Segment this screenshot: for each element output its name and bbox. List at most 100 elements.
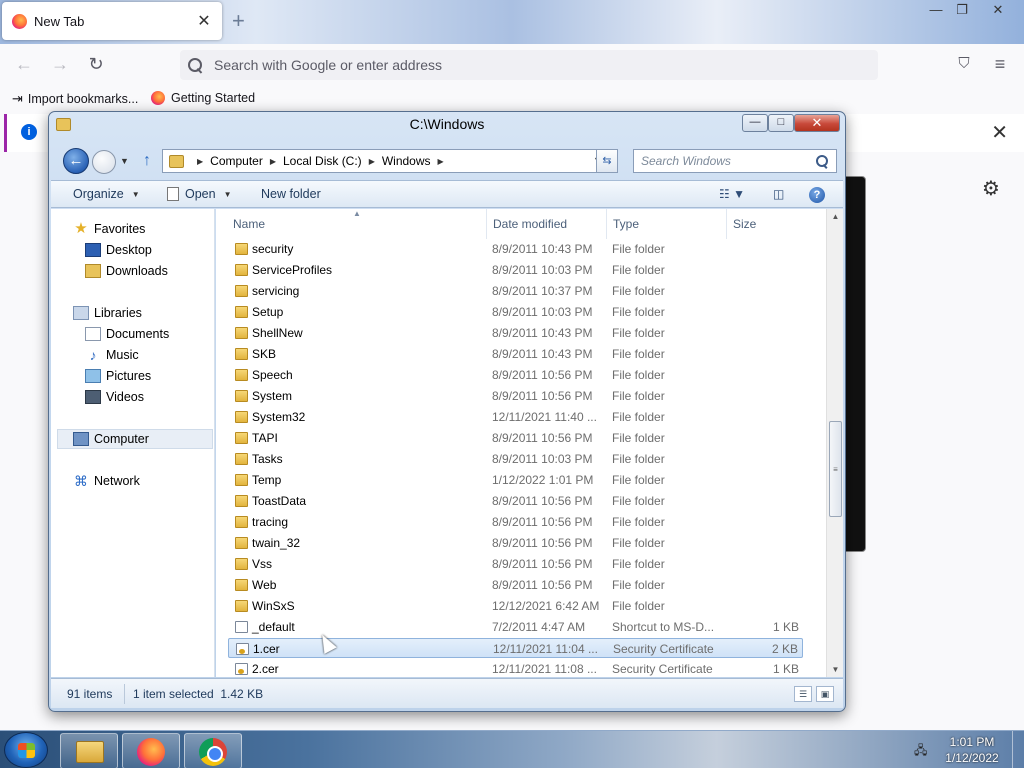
file-row[interactable]: Temp 1/12/2022 1:01 PM File folder <box>228 470 803 490</box>
up-arrow-icon[interactable]: ↑ <box>143 152 151 170</box>
column-header-name[interactable]: Name <box>216 209 486 239</box>
folder-icon <box>235 600 248 612</box>
search-input[interactable]: Search Windows <box>633 149 837 173</box>
reload-icon[interactable]: ↻ <box>84 53 108 75</box>
file-row[interactable]: SKB 8/9/2011 10:43 PM File folder <box>228 344 803 364</box>
file-type: File folder <box>612 242 665 256</box>
preview-pane-icon[interactable]: ◫ <box>773 187 784 201</box>
address-bar[interactable]: Search with Google or enter address <box>180 50 878 80</box>
file-row[interactable]: tracing 8/9/2011 10:56 PM File folder <box>228 512 803 532</box>
address-bar[interactable]: ▶ Computer ▶ Local Disk (C:) ▶ Windows ▶… <box>162 149 609 173</box>
file-size: 1 KB <box>772 620 799 634</box>
breadcrumb-computer[interactable]: Computer <box>210 154 263 168</box>
forward-arrow-icon[interactable]: → <box>48 53 72 75</box>
file-name: security <box>252 242 294 256</box>
help-icon[interactable]: ? <box>809 187 825 203</box>
organize-button[interactable]: Organize ▼ <box>73 187 140 201</box>
column-header-size[interactable]: Size <box>726 209 806 239</box>
scroll-up-icon[interactable]: ▲ <box>827 212 844 221</box>
taskbar-explorer-button[interactable] <box>60 733 118 768</box>
nav-computer[interactable]: Computer <box>57 429 213 449</box>
search-icon[interactable] <box>816 155 828 167</box>
back-arrow-icon[interactable]: ← <box>12 53 36 75</box>
scrollbar-thumb[interactable]: ≡ <box>829 421 842 517</box>
open-button[interactable]: Open ▼ <box>167 187 232 201</box>
file-name: ToastData <box>252 494 307 508</box>
file-row[interactable]: TAPI 8/9/2011 10:56 PM File folder <box>228 428 803 448</box>
file-row[interactable]: Speech 8/9/2011 10:56 PM File folder <box>228 365 803 385</box>
taskbar-chrome-button[interactable] <box>184 733 242 768</box>
show-desktop-button[interactable] <box>1012 731 1024 768</box>
column-header-date[interactable]: Date modified <box>486 209 606 239</box>
folder-icon <box>235 306 248 318</box>
documents-icon <box>85 327 101 341</box>
file-type: File folder <box>612 410 665 424</box>
file-row[interactable]: 2.cer 12/11/2021 11:08 ... Security Certif… <box>228 659 803 677</box>
breadcrumb-windows[interactable]: Windows <box>382 154 431 168</box>
chevron-right-icon[interactable]: ▶ <box>369 157 375 166</box>
import-icon: ⇥ <box>12 91 23 106</box>
network-tray-icon[interactable]: 🖧 <box>914 741 930 757</box>
file-type: Shortcut to MS-D... <box>612 620 715 634</box>
browser-close-button[interactable]: ✕ <box>982 0 1014 20</box>
recent-pages-icon[interactable]: ▼ <box>120 156 129 166</box>
minimize-button[interactable]: — <box>742 114 768 132</box>
file-row[interactable]: ServiceProfiles 8/9/2011 10:03 PM File fol… <box>228 260 803 280</box>
chevron-right-icon[interactable]: ▶ <box>438 157 444 166</box>
nav-network[interactable]: ⌘ Network <box>73 471 233 491</box>
pocket-icon[interactable]: ⛉ <box>952 53 976 75</box>
new-folder-button[interactable]: New folder <box>261 187 321 201</box>
pictures-icon <box>85 369 101 383</box>
new-tab-button[interactable]: + <box>232 8 245 34</box>
gear-icon[interactable]: ⚙ <box>982 176 1000 201</box>
file-row[interactable]: WinSxS 12/12/2021 6:42 AM File folder <box>228 596 803 616</box>
column-header-type[interactable]: Type <box>606 209 726 239</box>
file-row[interactable]: security 8/9/2011 10:43 PM File folder <box>228 239 803 259</box>
vertical-scrollbar[interactable]: ▲ ≡ ▼ <box>826 209 843 677</box>
file-row[interactable]: ShellNew 8/9/2011 10:43 PM File folder <box>228 323 803 343</box>
file-row[interactable]: Web 8/9/2011 10:56 PM File folder <box>228 575 803 595</box>
file-date: 8/9/2011 10:37 PM <box>492 284 593 298</box>
bookmark-import[interactable]: ⇥ Import bookmarks... <box>12 91 138 107</box>
maximize-button[interactable]: □ <box>768 114 794 132</box>
file-row[interactable]: ToastData 8/9/2011 10:56 PM File folder <box>228 491 803 511</box>
file-row[interactable]: System 8/9/2011 10:56 PM File folder <box>228 386 803 406</box>
clock[interactable]: 1:01 PM 1/12/2022 <box>936 734 1008 766</box>
file-row[interactable]: _default 7/2/2011 4:47 AM Shortcut to MS-D… <box>228 617 803 637</box>
file-row[interactable]: 1.cer 12/11/2021 11:04 ... Security Certif… <box>228 638 803 658</box>
nav-favorites[interactable]: ★ Favorites <box>73 219 233 239</box>
tab-new-tab[interactable]: New Tab ✕ <box>2 2 222 40</box>
menu-icon[interactable]: ≡ <box>988 53 1012 75</box>
refresh-icon[interactable]: ⇆ <box>596 149 618 173</box>
nav-libraries[interactable]: Libraries <box>73 303 233 323</box>
change-view-icon[interactable]: ☷ ▼ <box>719 187 745 201</box>
shortcut-icon <box>235 621 248 633</box>
item-count: 91 items <box>67 687 113 701</box>
file-row[interactable]: Setup 8/9/2011 10:03 PM File folder <box>228 302 803 322</box>
file-row[interactable]: Tasks 8/9/2011 10:03 PM File folder <box>228 449 803 469</box>
file-row[interactable]: twain_32 8/9/2011 10:56 PM File folder <box>228 533 803 553</box>
start-button[interactable] <box>4 732 48 768</box>
chevron-right-icon[interactable]: ▶ <box>270 157 276 166</box>
file-row[interactable]: Vss 8/9/2011 10:56 PM File folder <box>228 554 803 574</box>
breadcrumb-local-disk[interactable]: Local Disk (C:) <box>283 154 362 168</box>
firefox-titlebar: New Tab ✕ + — ❐ ✕ <box>0 0 1024 44</box>
status-bar: 91 items 1 item selected 1.42 KB ☰ ▣ <box>51 678 843 708</box>
bookmark-getting-started[interactable]: Getting Started <box>151 91 255 105</box>
notification-close-icon[interactable]: ✕ <box>991 120 1008 145</box>
firefox-logo-icon <box>12 13 27 29</box>
taskbar-firefox-button[interactable] <box>122 733 180 768</box>
certificate-icon <box>236 643 249 655</box>
scroll-down-icon[interactable]: ▼ <box>827 665 844 674</box>
chevron-right-icon[interactable]: ▶ <box>197 157 203 166</box>
file-date: 8/9/2011 10:03 PM <box>492 452 593 466</box>
details-view-icon[interactable]: ☰ <box>794 686 812 702</box>
close-button[interactable]: ✕ <box>794 114 840 132</box>
tab-close-icon[interactable]: ✕ <box>196 11 212 31</box>
forward-arrow-icon[interactable] <box>92 150 116 174</box>
large-icons-view-icon[interactable]: ▣ <box>816 686 834 702</box>
file-row[interactable]: servicing 8/9/2011 10:37 PM File folder <box>228 281 803 301</box>
file-row[interactable]: System32 12/11/2021 11:40 ... File folder <box>228 407 803 427</box>
back-arrow-icon[interactable]: ← <box>63 148 89 174</box>
browser-restore-button[interactable]: ❐ <box>946 0 978 20</box>
